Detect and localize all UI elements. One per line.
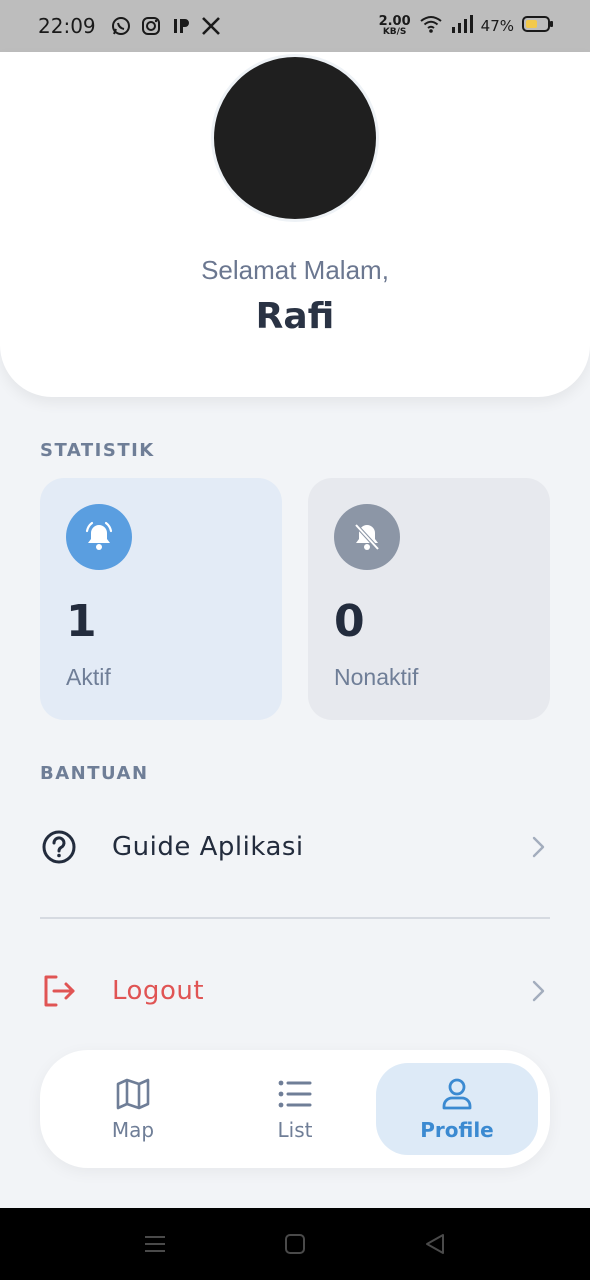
nav-map-label: Map: [111, 1118, 155, 1142]
system-navigation-bar: [0, 1208, 590, 1280]
logout-menu-item[interactable]: Logout: [40, 956, 550, 1026]
status-right: 2.00 KB/S 47%: [379, 0, 554, 52]
stat-card-active[interactable]: 1 Aktif: [40, 478, 282, 720]
stat-inactive-value: 0: [334, 596, 365, 647]
network-speed-unit: KB/S: [382, 27, 407, 37]
notification-icons: [110, 15, 222, 37]
bell-off-icon: [334, 504, 400, 570]
nav-tab-profile[interactable]: Profile: [376, 1063, 538, 1155]
x-icon: [200, 15, 222, 37]
stat-card-inactive[interactable]: 0 Nonaktif: [308, 478, 550, 720]
avatar[interactable]: [211, 54, 379, 222]
profile-icon: [439, 1076, 475, 1112]
home-icon[interactable]: [283, 1232, 307, 1256]
chevron-right-icon: [530, 835, 546, 864]
battery-percentage: 47%: [480, 17, 514, 35]
logout-label: Logout: [112, 976, 205, 1006]
whatsapp-icon: [110, 15, 132, 37]
profile-header: Selamat Malam, Rafi: [0, 52, 590, 397]
back-icon[interactable]: [423, 1232, 447, 1256]
statistics-section-label: STATISTIK: [40, 440, 155, 461]
nav-list-label: List: [277, 1118, 313, 1142]
network-speed: 2.00 KB/S: [379, 15, 411, 37]
status-time: 22:09: [38, 14, 96, 38]
battery-icon: [522, 15, 554, 38]
status-bar: 22:09 2.00 KB/S 47%: [0, 0, 590, 52]
signal-icon: [451, 14, 473, 38]
help-section-label: BANTUAN: [40, 763, 149, 784]
bell-active-icon: [66, 504, 132, 570]
list-icon: [277, 1076, 313, 1112]
chevron-right-icon: [530, 979, 546, 1008]
nav-tab-map[interactable]: Map: [52, 1063, 214, 1155]
ip-icon: [170, 15, 192, 37]
logout-icon: [40, 972, 78, 1010]
instagram-icon: [140, 15, 162, 37]
stat-active-label: Aktif: [66, 664, 111, 690]
guide-label: Guide Aplikasi: [112, 832, 304, 862]
menu-icon[interactable]: [143, 1232, 167, 1256]
help-circle-icon: [40, 828, 78, 866]
guide-menu-item[interactable]: Guide Aplikasi: [40, 812, 550, 882]
map-icon: [115, 1076, 151, 1112]
stat-inactive-label: Nonaktif: [334, 664, 419, 690]
greeting-text: Selamat Malam,: [201, 255, 389, 285]
nav-tab-list[interactable]: List: [214, 1063, 376, 1155]
menu-divider: [40, 917, 550, 919]
stat-active-value: 1: [66, 596, 97, 647]
nav-profile-label: Profile: [420, 1118, 494, 1142]
bottom-navigation: Map List Profile: [40, 1050, 550, 1168]
wifi-icon: [419, 14, 443, 39]
user-name: Rafi: [255, 296, 335, 337]
